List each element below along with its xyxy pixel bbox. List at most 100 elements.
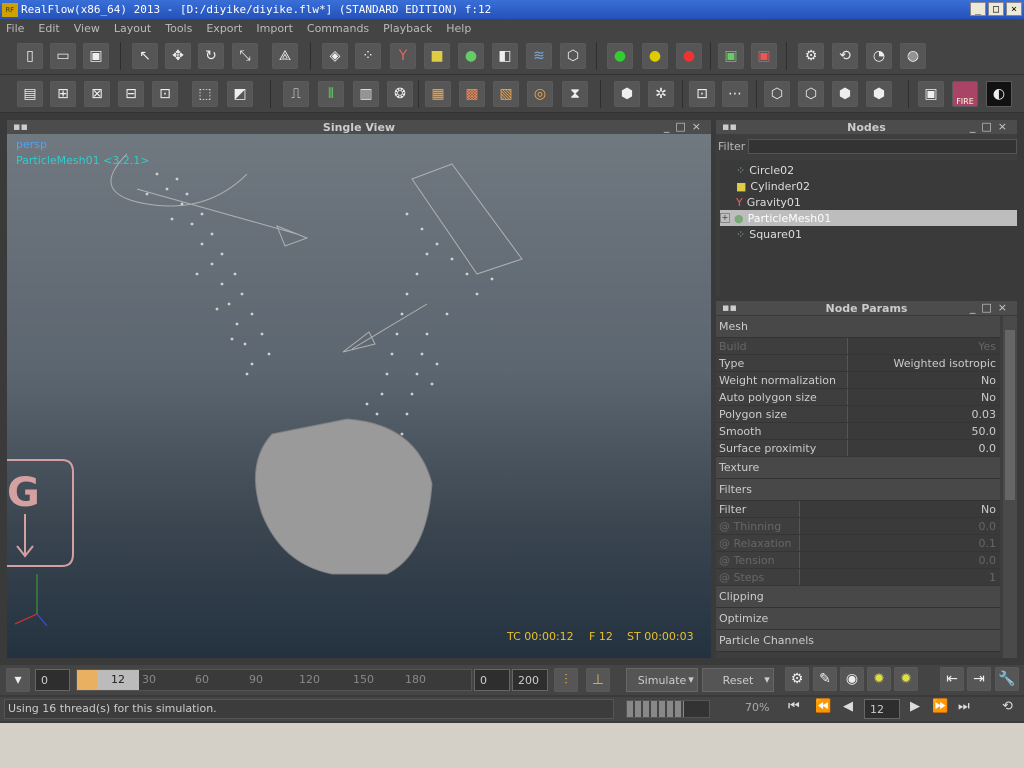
grid-a-icon[interactable]: ▦ xyxy=(425,81,451,107)
param-row[interactable]: Auto polygon size No xyxy=(716,389,1000,406)
texture-section[interactable]: Texture xyxy=(716,457,1000,479)
grip-icon[interactable]: ▪▪ xyxy=(722,120,737,133)
go-end-icon[interactable]: ⏭ xyxy=(958,699,970,714)
param-row[interactable]: Smooth 50.0 xyxy=(716,423,1000,440)
params-window-controls[interactable]: _□× xyxy=(970,301,1013,314)
new-file-icon[interactable]: ▯ xyxy=(17,43,43,69)
camera-add-icon[interactable]: ◧ xyxy=(492,43,518,69)
menu-edit[interactable]: Edit xyxy=(38,22,59,35)
node-item-selected[interactable]: + ● ParticleMesh01 xyxy=(720,210,1017,226)
delete-cache-icon[interactable]: ▣ xyxy=(751,43,777,69)
particle-view-icon[interactable]: ❂ xyxy=(387,81,413,107)
param-row[interactable]: Type Weighted isotropic xyxy=(716,355,1000,372)
channels-icon[interactable]: ⦀ xyxy=(318,81,344,107)
hourglass-icon[interactable]: ⧗ xyxy=(562,81,588,107)
start-frame-field[interactable]: 0 xyxy=(35,669,70,691)
node-item[interactable]: ⁘ Square01 xyxy=(736,226,802,242)
green-light-icon[interactable]: ● xyxy=(607,43,633,69)
menu-import[interactable]: Import xyxy=(256,22,293,35)
maximize-button[interactable]: □ xyxy=(988,2,1004,16)
grip-icon[interactable]: ▪▪ xyxy=(722,301,737,314)
script-icon[interactable]: ⚙ xyxy=(785,667,809,691)
layout-2-icon[interactable]: ⊞ xyxy=(50,81,76,107)
wave-add-icon[interactable]: ≋ xyxy=(526,43,552,69)
grid-c-icon[interactable]: ▧ xyxy=(493,81,519,107)
param-row[interactable]: Polygon size 0.03 xyxy=(716,406,1000,423)
cube-2-icon[interactable]: ⬡ xyxy=(798,81,824,107)
cube-wire-icon[interactable]: ✲ xyxy=(648,81,674,107)
node-editor-icon[interactable]: ▥ xyxy=(353,81,379,107)
script-run-icon[interactable]: ⚙ xyxy=(798,43,824,69)
viewport-window-controls[interactable]: _□× xyxy=(664,120,707,133)
param-row[interactable]: @ Thinning 0.0 xyxy=(716,518,1000,535)
scale-tool-icon[interactable]: ⤡ xyxy=(232,43,258,69)
particles-add-icon[interactable]: ⁘ xyxy=(355,43,381,69)
play-back-icon[interactable]: ◀ xyxy=(843,699,853,714)
menu-tools[interactable]: Tools xyxy=(165,22,192,35)
curve-editor-icon[interactable]: ⎍ xyxy=(283,81,309,107)
clipping-section[interactable]: Clipping xyxy=(716,586,1000,608)
node-item[interactable]: ⁘ Circle02 xyxy=(736,162,794,178)
graph-icon[interactable]: ◍ xyxy=(900,43,926,69)
menu-file[interactable]: File xyxy=(6,22,24,35)
layout-4-icon[interactable]: ⊟ xyxy=(118,81,144,107)
nodes-window-controls[interactable]: _□× xyxy=(970,120,1013,133)
daemon-add-icon[interactable]: Y xyxy=(390,43,416,69)
menu-playback[interactable]: Playback xyxy=(383,22,432,35)
emitter-add-icon[interactable]: ◈ xyxy=(322,43,348,69)
fx-b-icon[interactable]: ✹ xyxy=(894,667,918,691)
save-cache-icon[interactable]: ▣ xyxy=(718,43,744,69)
rotate-tool-icon[interactable]: ↻ xyxy=(198,43,224,69)
optimize-section[interactable]: Optimize xyxy=(716,608,1000,630)
frame-field[interactable]: 12 xyxy=(864,699,900,719)
fire-icon[interactable]: FIRE xyxy=(952,81,978,107)
move-tool-icon[interactable]: ✥ xyxy=(165,43,191,69)
particle-channels-section[interactable]: Particle Channels xyxy=(716,630,1000,652)
layout-1-icon[interactable]: ▤ xyxy=(17,81,43,107)
filter-input[interactable] xyxy=(748,138,1017,154)
select-tool-icon[interactable]: ↖ xyxy=(132,43,158,69)
grip-icon[interactable]: ▪▪ xyxy=(13,120,28,133)
close-button[interactable]: × xyxy=(1006,2,1022,16)
filters-section[interactable]: Filters xyxy=(716,479,1000,501)
minimize-button[interactable]: _ xyxy=(970,2,986,16)
eye-icon[interactable]: ◉ xyxy=(840,667,864,691)
param-row[interactable]: @ Relaxation 0.1 xyxy=(716,535,1000,552)
key-a-icon[interactable]: ⫶ xyxy=(554,668,578,692)
grid-d-icon[interactable]: ◎ xyxy=(527,81,553,107)
range-start-field[interactable]: 0 xyxy=(474,669,510,691)
scroll-thumb[interactable] xyxy=(1005,330,1015,500)
param-row[interactable]: Weight normalization No xyxy=(716,372,1000,389)
wrench-icon[interactable]: 🔧 xyxy=(995,667,1019,691)
play-icon[interactable]: ▶ xyxy=(910,699,920,714)
frame-a-icon[interactable]: ⊡ xyxy=(689,81,715,107)
fx-a-icon[interactable]: ✹ xyxy=(867,667,891,691)
cube-4-icon[interactable]: ⬢ xyxy=(866,81,892,107)
layout-5-icon[interactable]: ⊡ xyxy=(152,81,178,107)
loop-icon[interactable]: ⟲ xyxy=(1002,699,1013,714)
mesh-section[interactable]: Mesh xyxy=(716,316,1000,338)
import-icon[interactable]: ⇤ xyxy=(940,667,964,691)
batch-script-icon[interactable]: ⟲ xyxy=(832,43,858,69)
box-solid-icon[interactable]: ◩ xyxy=(227,81,253,107)
axis-gizmo-icon[interactable]: ⟁ xyxy=(272,43,298,69)
range-end-field[interactable]: 200 xyxy=(512,669,548,691)
box-view-icon[interactable]: ⬚ xyxy=(192,81,218,107)
simulate-dropdown-icon[interactable]: ▾ xyxy=(684,668,698,692)
frame-b-icon[interactable]: ⋯ xyxy=(722,81,748,107)
viewport-3d[interactable]: persp ParticleMesh01 <3.2.1> G TC 00:00:… xyxy=(7,134,711,658)
menu-layout[interactable]: Layout xyxy=(114,22,151,35)
cube-dots-icon[interactable]: ⬢ xyxy=(614,81,640,107)
param-row[interactable]: Filter No xyxy=(716,501,1000,518)
reset-dropdown-icon[interactable]: ▾ xyxy=(760,668,774,692)
rigid-add-icon[interactable]: ⬡ xyxy=(560,43,586,69)
timeline-slider[interactable]: 12 30 60 90 120 150 180 xyxy=(76,669,472,691)
grid-b-icon[interactable]: ▩ xyxy=(459,81,485,107)
sphere-render-icon[interactable]: ◐ xyxy=(986,81,1012,107)
step-forward-icon[interactable]: ⏩ xyxy=(932,699,948,714)
mesh-add-icon[interactable]: ● xyxy=(458,43,484,69)
object-add-icon[interactable]: ■ xyxy=(424,43,450,69)
edit-icon[interactable]: ✎ xyxy=(813,667,837,691)
node-item[interactable]: Y Gravity01 xyxy=(736,194,801,210)
yellow-light-icon[interactable]: ● xyxy=(642,43,668,69)
